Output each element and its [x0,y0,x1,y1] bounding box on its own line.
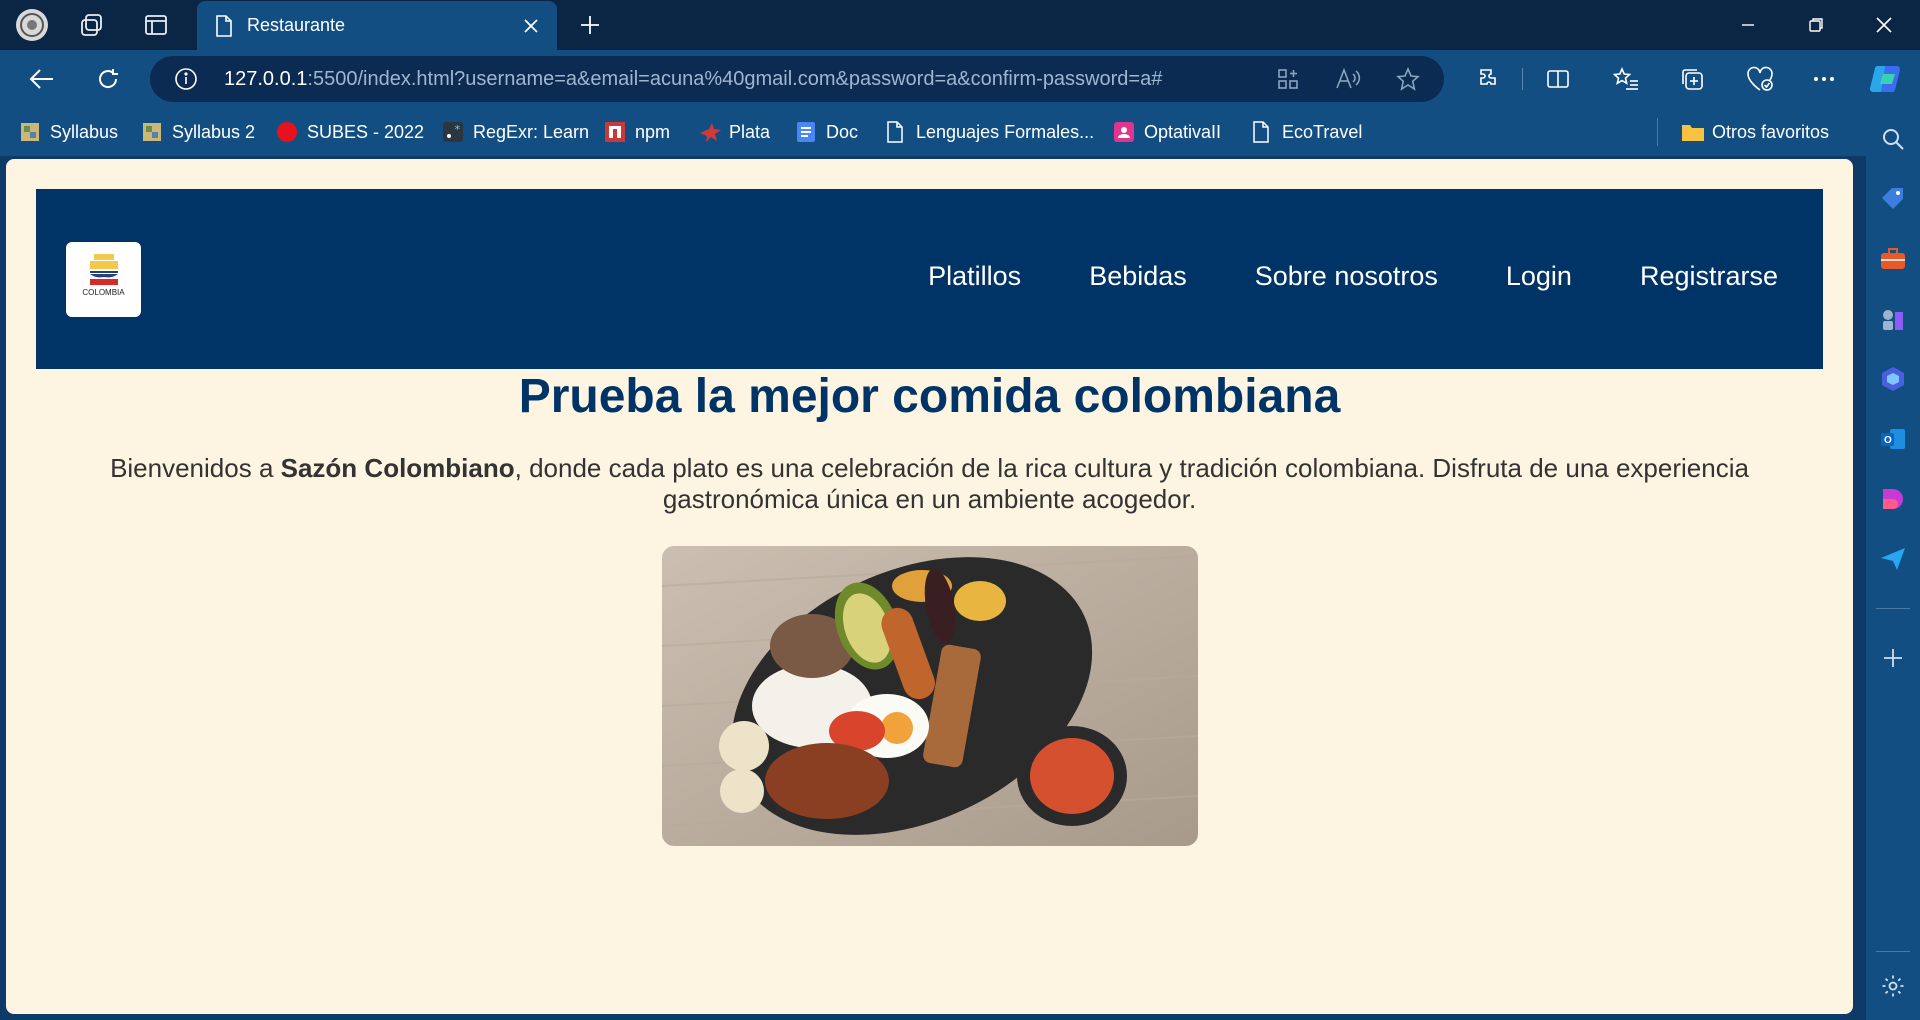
extensions-icon[interactable] [1468,59,1508,99]
bookmark-label: EcoTravel [1282,121,1363,142]
app-available-icon[interactable] [1274,65,1302,93]
page-icon [885,121,907,143]
site-logo[interactable]: COLOMBIA [66,242,141,317]
tab-restaurante[interactable]: Restaurante [197,1,557,50]
syllabus-icon [141,121,163,143]
bookmark-lenguajes-formales[interactable]: Lenguajes Formales... [885,118,1094,146]
bookmark-regexr[interactable]: * RegExr: Learn [442,118,589,146]
new-tab-icon[interactable] [570,5,610,45]
address-bar[interactable]: 127.0.0.1:5500/index.html?username=a&ema… [150,56,1444,102]
shopping-tag-icon[interactable] [1877,183,1909,215]
intro-suffix: , donde cada plato es una celebración de… [514,453,1749,514]
folder-icon [1681,121,1704,143]
bookmark-doc[interactable]: Doc [795,118,858,146]
close-window-icon[interactable] [1850,0,1918,50]
bookmark-label: OptativaII [1144,121,1222,142]
other-favorites[interactable]: Otros favoritos [1681,118,1829,146]
add-icon[interactable] [1877,642,1909,674]
bookmark-subes[interactable]: SUBES - 2022 [276,118,424,146]
more-options-icon[interactable] [1804,59,1844,99]
url-host: 127.0.0.1 [224,68,308,90]
nav-registrarse[interactable]: Registrarse [1640,261,1778,292]
designer-icon[interactable] [1877,483,1909,515]
nav-sobre-nosotros[interactable]: Sobre nosotros [1255,261,1438,292]
red-circle-icon [276,121,298,143]
read-aloud-icon[interactable] [1334,65,1362,93]
edge-sidebar: O [1866,108,1920,1020]
doc-icon [795,121,817,143]
title-bar: Restaurante [0,0,1920,50]
workspaces-icon[interactable] [72,0,112,50]
bookmark-optativaii[interactable]: OptativaII [1113,118,1221,146]
bookmark-label: Doc [826,121,859,142]
browser-essentials-icon[interactable] [1740,59,1780,99]
contact-icon [1113,121,1135,143]
sidebar-divider [1876,951,1910,952]
syllabus-icon [19,121,41,143]
tab-actions-icon[interactable] [136,0,176,50]
bookmark-syllabus[interactable]: Syllabus [19,118,118,146]
dish-photo [662,546,1198,846]
npm-icon [604,121,626,143]
svg-text:*: * [454,123,461,136]
bookmark-label: Lenguajes Formales... [916,121,1095,142]
intro-paragraph: Bienvenidos a Sazón Colombiano, donde ca… [66,453,1793,515]
outlook-icon[interactable]: O [1877,423,1909,455]
bookmark-npm[interactable]: npm [604,118,670,146]
profile-avatar[interactable] [12,0,52,50]
bookmark-ecotravel[interactable]: EcoTravel [1251,118,1362,146]
copilot-sidebar-icon[interactable] [1877,363,1909,395]
hero-title: Prueba la mejor comida colombiana [518,370,1341,423]
plata-icon [698,121,721,143]
intro-prefix: Bienvenidos a [110,453,281,483]
other-favorites-label: Otros favoritos [1712,121,1830,142]
bookmark-label: Syllabus [50,121,119,142]
tab-title: Restaurante [247,15,346,35]
favorites-bar: Syllabus Syllabus 2 SUBES - 2022 * RegEx… [0,108,1866,156]
close-tab-icon[interactable] [511,6,551,46]
minimize-icon[interactable] [1714,0,1782,50]
logo-text: COLOMBIA [82,288,125,297]
favorite-star-icon[interactable] [1394,65,1422,93]
nav-login[interactable]: Login [1506,261,1572,292]
page-icon [215,14,233,37]
nav-bebidas[interactable]: Bebidas [1089,261,1187,292]
address-toolbar: 127.0.0.1:5500/index.html?username=a&ema… [0,50,1920,108]
bookmark-label: Syllabus 2 [172,121,256,142]
toolbar-divider [1522,68,1523,90]
page-icon [1251,121,1273,143]
settings-gear-icon[interactable] [1877,970,1909,1002]
sidebar-divider [1876,608,1910,609]
refresh-icon[interactable] [88,59,128,99]
page-viewport: COLOMBIA Platillos Bebidas Sobre nosotro… [6,159,1853,1014]
bookmarks-divider [1657,118,1658,146]
bookmark-plata[interactable]: Plata [698,118,770,146]
send-icon[interactable] [1877,543,1909,575]
copilot-icon[interactable] [1866,59,1906,99]
bookmark-label: Plata [729,121,771,142]
url-text[interactable]: 127.0.0.1:5500/index.html?username=a&ema… [224,68,1162,91]
favorites-list-icon[interactable] [1606,59,1646,99]
collections-icon[interactable] [1672,59,1712,99]
bookmark-syllabus-2[interactable]: Syllabus 2 [141,118,255,146]
bookmark-label: RegExr: Learn [473,121,590,142]
games-icon[interactable] [1877,303,1909,335]
svg-text:O: O [1884,435,1892,446]
bookmark-label: SUBES - 2022 [307,121,425,142]
search-icon[interactable] [1877,123,1909,155]
nav-platillos[interactable]: Platillos [928,261,1021,292]
site-header: COLOMBIA Platillos Bebidas Sobre nosotro… [36,189,1823,369]
bookmark-label: npm [635,121,671,142]
brand-name: Sazón Colombiano [280,453,515,483]
tools-briefcase-icon[interactable] [1877,243,1909,275]
back-icon[interactable] [22,59,62,99]
restore-icon[interactable] [1782,0,1850,50]
site-info-icon[interactable] [174,67,198,91]
url-path: :5500/index.html?username=a&email=acuna%… [307,68,1163,90]
regexr-icon: * [442,121,464,143]
main-nav: Platillos Bebidas Sobre nosotros Login R… [928,261,1778,292]
split-screen-icon[interactable] [1538,59,1578,99]
